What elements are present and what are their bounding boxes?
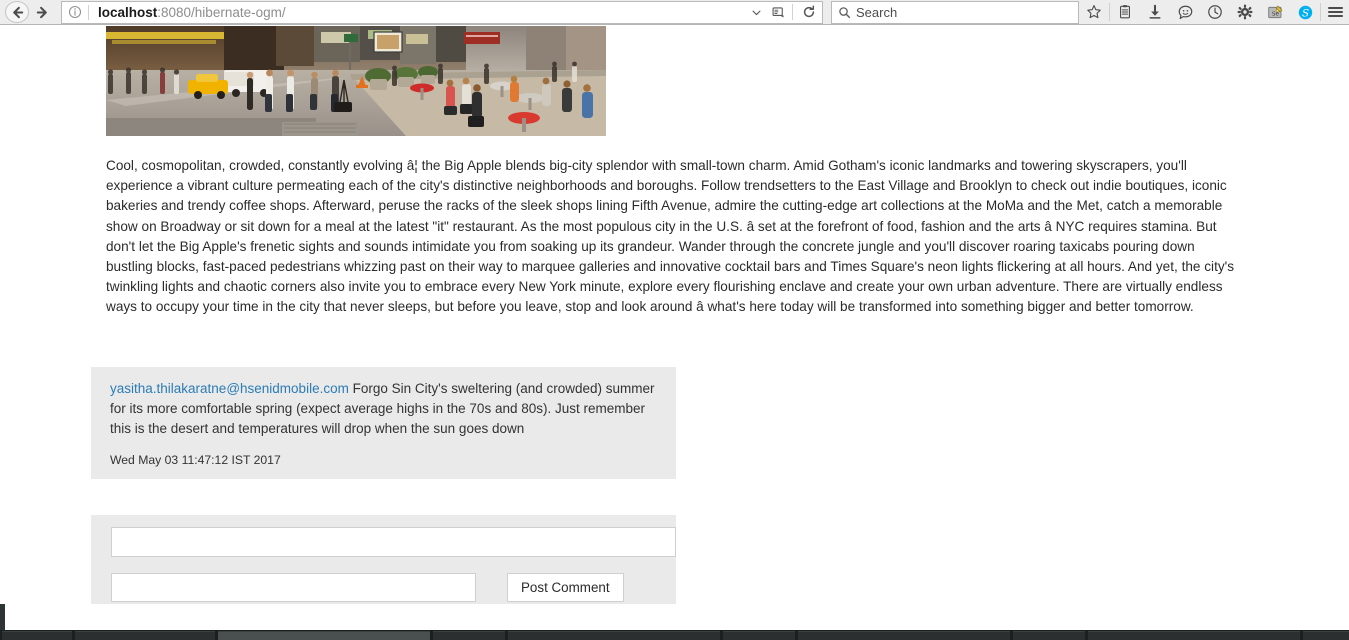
search-bar[interactable]: Search [831, 0, 1079, 24]
back-button[interactable] [5, 1, 29, 23]
skype-icon[interactable]: S [1290, 0, 1320, 25]
reader-view-icon[interactable] [767, 2, 789, 23]
library-icon[interactable] [1110, 0, 1140, 25]
hamburger-bar [1327, 15, 1343, 17]
taskbar[interactable] [0, 630, 1349, 640]
task-item-2[interactable] [75, 631, 215, 640]
url-host: localhost [98, 4, 158, 20]
task-item-1[interactable] [2, 631, 72, 640]
comment-timestamp: Wed May 03 11:47:12 IST 2017 [110, 453, 281, 467]
downloads-icon[interactable] [1140, 0, 1170, 25]
post-comment-button[interactable]: Post Comment [507, 573, 624, 602]
article-paragraph: Cool, cosmopolitan, crowded, constantly … [106, 158, 1235, 315]
page-content: Cool, cosmopolitan, crowded, constantly … [0, 26, 1349, 604]
browser-toolbar: localhost:8080/hibernate-ogm/ Search Se … [0, 0, 1349, 25]
forward-button[interactable] [29, 0, 55, 24]
task-item-5[interactable] [508, 631, 720, 640]
desktop-background [0, 604, 1349, 630]
settings-gear-icon[interactable] [1230, 0, 1260, 25]
comment-form-row: Post Comment [111, 573, 666, 602]
window-left-edge [0, 604, 5, 630]
site-information-icon[interactable] [62, 2, 88, 23]
menu-button[interactable] [1321, 5, 1349, 19]
task-item-10[interactable] [1303, 631, 1349, 640]
task-item-9[interactable] [1088, 631, 1300, 640]
comment-item: yasitha.thilakaratne@hsenidmobile.com Fo… [91, 367, 676, 479]
hamburger-bar [1327, 11, 1343, 13]
comment-author-link[interactable]: yasitha.thilakaratne@hsenidmobile.com [110, 381, 349, 396]
svg-text:Se: Se [1271, 11, 1279, 17]
bookmark-star-icon[interactable] [1079, 0, 1109, 25]
toolbar-divider [792, 4, 793, 20]
url-path: :8080/hibernate-ogm/ [157, 4, 286, 20]
history-clock-icon[interactable] [1200, 0, 1230, 25]
reload-icon[interactable] [796, 2, 822, 23]
hero-image [106, 26, 606, 136]
search-input[interactable]: Search [856, 2, 897, 23]
task-item-6[interactable] [723, 631, 795, 640]
svg-text:S: S [1301, 7, 1308, 19]
browser-toolbar-icons: Se S [1079, 0, 1349, 25]
comment-form: Post Comment [91, 515, 676, 604]
comment-textarea[interactable] [111, 527, 676, 557]
comment-body: yasitha.thilakaratne@hsenidmobile.com Fo… [101, 379, 666, 439]
task-item-7[interactable] [798, 631, 1010, 640]
url-text[interactable]: localhost:8080/hibernate-ogm/ [89, 2, 745, 23]
hamburger-bar [1327, 7, 1343, 9]
task-item-3[interactable] [218, 631, 430, 640]
comment-name-input[interactable] [111, 573, 476, 602]
selenium-ide-icon[interactable]: Se [1260, 0, 1290, 25]
task-item-4[interactable] [433, 631, 505, 640]
chat-icon[interactable] [1170, 0, 1200, 25]
task-item-8[interactable] [1013, 631, 1085, 640]
address-bar[interactable]: localhost:8080/hibernate-ogm/ [61, 0, 823, 24]
chevron-down-icon[interactable] [745, 2, 767, 23]
search-icon [832, 2, 856, 23]
